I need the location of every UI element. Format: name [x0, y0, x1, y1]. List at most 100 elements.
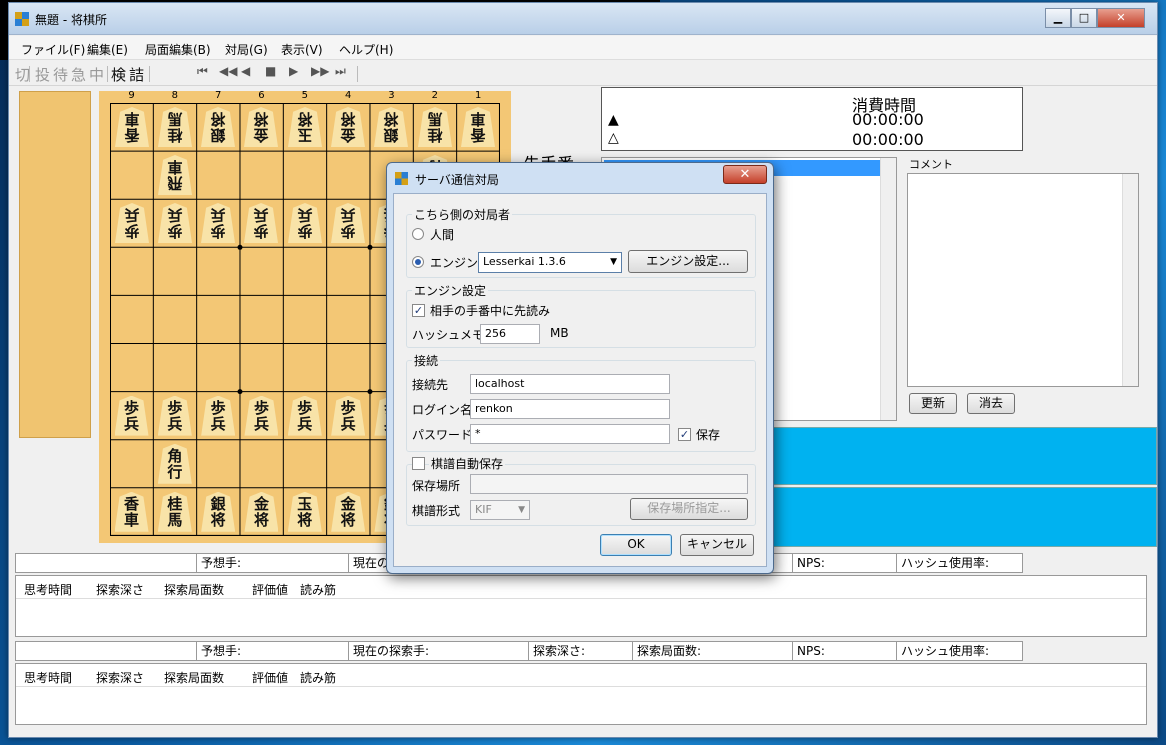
- piece-sente[interactable]: 香車: [114, 491, 149, 532]
- last-move-icon[interactable]: ⏭: [335, 64, 346, 79]
- ok-button[interactable]: OK: [600, 534, 672, 556]
- login-input[interactable]: renkon: [470, 399, 670, 419]
- format-select[interactable]: KIF ▼: [470, 500, 530, 520]
- engine-settings-button[interactable]: エンジン設定...: [628, 250, 748, 273]
- cancel-button[interactable]: キャンセル: [680, 534, 754, 556]
- save-password-checkbox[interactable]: ✓: [678, 428, 691, 441]
- format-label: 棋譜形式: [412, 504, 461, 518]
- menu-item-0[interactable]: ファイル(F): [21, 41, 85, 58]
- save-location-button[interactable]: 保存場所指定...: [630, 498, 748, 520]
- piece-gote[interactable]: 香車: [461, 107, 495, 147]
- piece-gote[interactable]: 歩兵: [331, 203, 365, 243]
- piece-char-1: 飛: [167, 174, 183, 193]
- maximize-button[interactable]: □: [1071, 8, 1097, 28]
- dialog-close-button[interactable]: ✕: [723, 165, 767, 184]
- next-fast-icon[interactable]: ▶▶: [311, 64, 329, 78]
- piece-sente[interactable]: 歩兵: [114, 395, 149, 436]
- next-move-icon[interactable]: ▶: [289, 64, 298, 78]
- piece-char-2: 将: [340, 510, 356, 529]
- piece-sente[interactable]: 銀将: [201, 491, 236, 532]
- piece-char-2: 将: [340, 110, 356, 128]
- piece-gote[interactable]: 金将: [331, 107, 365, 147]
- piece-sente[interactable]: 歩兵: [201, 395, 236, 436]
- piece-sente[interactable]: 歩兵: [244, 395, 279, 436]
- toolbar-button-1[interactable]: 投: [35, 64, 50, 85]
- piece-sente[interactable]: 歩兵: [287, 395, 322, 436]
- think-col-2[interactable]: 探索局面数: [164, 581, 224, 598]
- autosave-checkbox[interactable]: [412, 457, 425, 470]
- update-button[interactable]: 更新: [909, 393, 957, 414]
- piece-char-2: 車: [167, 158, 183, 177]
- first-move-icon[interactable]: ⏮: [197, 64, 208, 79]
- title-bar[interactable]: 無題 - 将棋所 ▁ □ ✕: [9, 3, 1157, 35]
- piece-sente[interactable]: 歩兵: [331, 395, 366, 436]
- ponder-checkbox[interactable]: ✓: [412, 304, 425, 317]
- sente-time: 00:00:00: [852, 110, 924, 129]
- info-cell-hash: ハッシュ使用率:: [896, 642, 1024, 660]
- engine-radio[interactable]: [412, 256, 424, 268]
- file-number-3: 3: [388, 90, 395, 101]
- piece-gote[interactable]: 歩兵: [288, 203, 322, 243]
- piece-gote[interactable]: 飛車: [158, 155, 192, 195]
- engine-settings-group-label: エンジン設定: [412, 282, 489, 299]
- thinking-list-1[interactable]: 思考時間 探索深さ 探索局面数 評価値 読み筋: [15, 575, 1147, 637]
- think-col-0[interactable]: 思考時間: [24, 669, 72, 686]
- prev-fast-icon[interactable]: ◀◀: [219, 64, 237, 78]
- save-location-input[interactable]: [470, 474, 748, 494]
- think-col-3[interactable]: 評価値: [252, 581, 288, 598]
- piece-char-2: 兵: [167, 206, 183, 225]
- comment-scrollbar[interactable]: [1122, 174, 1138, 386]
- minimize-button[interactable]: ▁: [1045, 8, 1071, 28]
- menu-item-2[interactable]: 局面編集(B): [145, 41, 211, 58]
- think-col-2[interactable]: 探索局面数: [164, 669, 224, 686]
- server-game-dialog: サーバ通信対局 ✕ こちら側の対局者 人間 エンジン Lesserkai 1.3…: [386, 162, 774, 574]
- piece-sente[interactable]: 玉将: [287, 491, 322, 532]
- think-col-4[interactable]: 読み筋: [300, 581, 336, 598]
- info-cell-current: 現在の探索手:: [348, 642, 528, 660]
- app-icon: [15, 12, 29, 26]
- think-col-4[interactable]: 読み筋: [300, 669, 336, 686]
- file-number-1: 1: [474, 90, 482, 101]
- piece-sente[interactable]: 角行: [157, 443, 192, 484]
- toolbar-button-3[interactable]: 急: [71, 64, 86, 85]
- piece-sente[interactable]: 金将: [244, 491, 279, 532]
- menu-item-1[interactable]: 編集(E): [87, 41, 128, 58]
- password-input[interactable]: *: [470, 424, 670, 444]
- menu-item-5[interactable]: ヘルプ(H): [339, 41, 393, 58]
- menu-item-4[interactable]: 表示(V): [281, 41, 323, 58]
- toolbar-button-0[interactable]: 切: [15, 64, 30, 85]
- piece-sente[interactable]: 歩兵: [157, 395, 192, 436]
- piece-sente[interactable]: 金将: [331, 491, 366, 532]
- thinking-list-2[interactable]: 思考時間 探索深さ 探索局面数 評価値 読み筋: [15, 663, 1147, 725]
- comment-textbox[interactable]: [907, 173, 1139, 387]
- engine-label: エンジン: [430, 256, 479, 270]
- think-col-1[interactable]: 探索深さ: [96, 581, 144, 598]
- prev-move-icon[interactable]: ◀: [241, 64, 250, 78]
- piece-sente[interactable]: 桂馬: [157, 491, 192, 532]
- think-col-3[interactable]: 評価値: [252, 669, 288, 686]
- menu-item-3[interactable]: 対局(G): [225, 41, 268, 58]
- engine-select[interactable]: Lesserkai 1.3.6 ▼: [478, 252, 622, 273]
- piece-gote[interactable]: 銀将: [201, 107, 235, 147]
- toolbar-button-4[interactable]: 中: [89, 64, 104, 85]
- stop-icon[interactable]: ■: [265, 64, 276, 78]
- toolbar-button-6[interactable]: 詰: [129, 64, 144, 85]
- close-button[interactable]: ✕: [1097, 8, 1145, 28]
- piece-gote[interactable]: 歩兵: [158, 203, 192, 243]
- piece-gote[interactable]: 歩兵: [201, 203, 235, 243]
- hash-input[interactable]: 256: [480, 324, 540, 344]
- piece-gote[interactable]: 桂馬: [158, 107, 192, 147]
- think-col-0[interactable]: 思考時間: [24, 581, 72, 598]
- piece-char-2: 兵: [253, 414, 269, 433]
- host-input[interactable]: localhost: [470, 374, 670, 394]
- human-radio[interactable]: [412, 228, 424, 240]
- kifu-scrollbar[interactable]: [880, 158, 896, 420]
- toolbar-button-2[interactable]: 待: [53, 64, 68, 85]
- clear-button[interactable]: 消去: [967, 393, 1015, 414]
- toolbar-button-5[interactable]: 検: [111, 64, 126, 85]
- connection-group-label: 接続: [412, 352, 441, 369]
- star-point: [367, 244, 373, 250]
- think-col-1[interactable]: 探索深さ: [96, 669, 144, 686]
- login-label: ログイン名: [412, 403, 473, 417]
- info-cell-nps: NPS:: [792, 554, 896, 572]
